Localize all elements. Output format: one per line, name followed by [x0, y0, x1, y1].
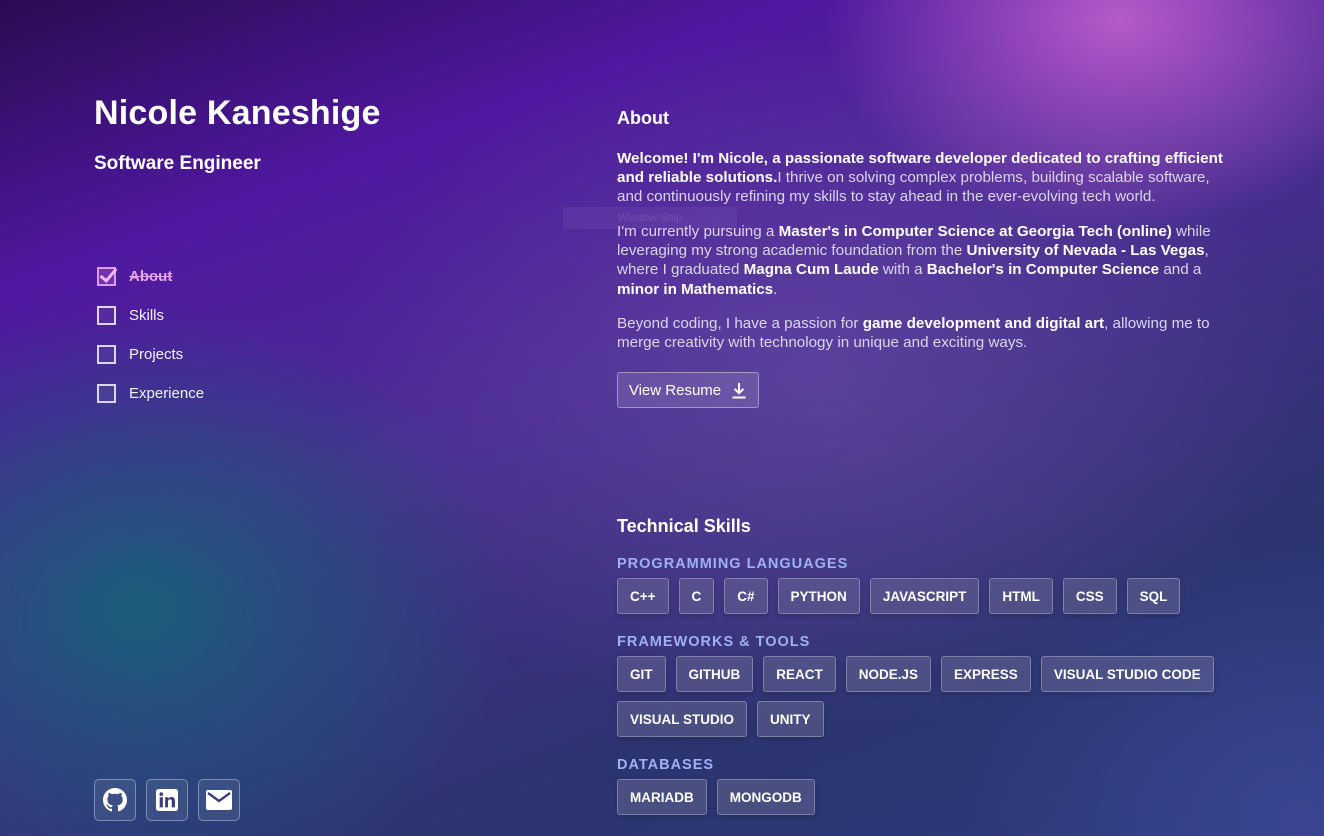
- skill-chip: GIT: [617, 656, 666, 692]
- about-heading: About: [617, 108, 669, 128]
- skill-chip: VISUAL STUDIO CODE: [1040, 656, 1214, 692]
- skill-chip: EXPRESS: [941, 656, 1031, 692]
- emphasis-text: Bachelor's in Computer Science: [926, 261, 1160, 279]
- checkbox-icon[interactable]: [97, 384, 116, 404]
- skill-chip: MARIADB: [617, 779, 707, 815]
- skill-chip: SQL: [1126, 578, 1181, 614]
- view-resume-label: View Resume: [628, 381, 722, 399]
- skill-chip: C++: [617, 578, 669, 614]
- nav-item-skills[interactable]: Skills: [97, 305, 204, 325]
- category-title: PROGRAMMING LANGUAGES: [617, 556, 849, 572]
- chip-group: MARIADB MONGODB: [617, 779, 815, 815]
- nav-item-experience[interactable]: Experience: [97, 384, 204, 404]
- skill-chip: C: [678, 578, 715, 614]
- email-link[interactable]: [198, 779, 240, 821]
- category-title: FRAMEWORKS & TOOLS: [617, 634, 811, 650]
- skill-chip: C#: [724, 578, 768, 614]
- github-icon: [103, 788, 127, 812]
- skill-chip: JAVASCRIPT: [869, 578, 980, 614]
- nav-item-label: Skills: [129, 306, 165, 324]
- github-link[interactable]: [94, 779, 136, 821]
- body-text: with a: [878, 261, 927, 279]
- emphasis-text: minor in Mathematics: [617, 280, 774, 298]
- about-hobbies: Beyond coding, I have a passion for game…: [617, 314, 1237, 352]
- skill-chip: VISUAL STUDIO: [617, 701, 748, 737]
- download-icon: [732, 382, 746, 398]
- skills-heading: Technical Skills: [617, 516, 751, 536]
- skill-chip: CSS: [1062, 578, 1117, 614]
- skill-chip: MONGODB: [716, 779, 815, 815]
- linkedin-link[interactable]: [146, 779, 188, 821]
- profile-name: Nicole Kaneshige: [94, 94, 381, 132]
- skill-chip: NODE.JS: [845, 656, 932, 692]
- nav-item-label: About: [129, 267, 173, 285]
- nav-item-projects[interactable]: Projects: [97, 345, 204, 365]
- view-resume-button[interactable]: View Resume: [617, 372, 759, 408]
- nav-item-label: Projects: [129, 346, 184, 364]
- about-education: I'm currently pursuing a Master's in Com…: [617, 222, 1237, 299]
- skill-chip: PYTHON: [777, 578, 860, 614]
- about-intro: Welcome! I'm Nicole, a passionate softwa…: [617, 149, 1237, 207]
- body-text: .: [773, 280, 778, 298]
- email-icon: [206, 790, 232, 810]
- nav-item-about[interactable]: About: [97, 266, 204, 286]
- emphasis-text: University of Nevada - Las Vegas: [966, 242, 1205, 260]
- body-text: I'm currently pursuing a: [617, 223, 779, 240]
- section-nav: About Skills Projects Experience: [97, 266, 204, 423]
- emphasis-text: game development and digital art: [862, 315, 1105, 332]
- skill-chip: UNITY: [757, 701, 824, 737]
- skill-chip: HTML: [989, 578, 1053, 614]
- emphasis-text: Master's in Computer Science at Georgia …: [778, 223, 1172, 240]
- linkedin-icon: [156, 789, 178, 811]
- skill-chip: REACT: [763, 656, 836, 692]
- checkbox-icon[interactable]: [97, 305, 116, 325]
- social-links: [94, 779, 240, 821]
- chip-group: GIT GITHUB REACT NODE.JS EXPRESS VISUAL STUDI…: [617, 656, 1217, 737]
- nav-item-label: Experience: [129, 385, 205, 403]
- body-text: and a: [1159, 261, 1202, 279]
- chip-group: C++ C C# PYTHON JAVASCRIPT HTML CSS SQL: [617, 578, 1181, 614]
- checkbox-checked-icon[interactable]: [97, 266, 116, 286]
- skill-chip: GITHUB: [675, 656, 754, 692]
- emphasis-text: Magna Cum Laude: [743, 261, 879, 279]
- profile-role: Software Engineer: [94, 153, 261, 174]
- checkbox-icon[interactable]: [97, 345, 116, 365]
- category-title: DATABASES: [617, 757, 715, 773]
- body-text: Beyond coding, I have a passion for: [617, 315, 863, 332]
